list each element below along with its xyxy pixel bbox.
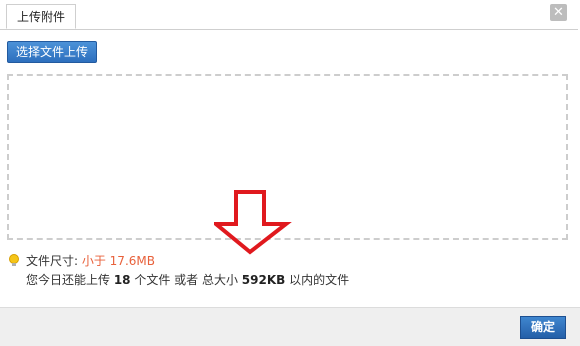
remaining-total-size: 592KB [241,273,286,287]
file-size-label: 文件尺寸: [26,254,82,268]
close-icon[interactable]: ✕ [550,4,567,21]
lightbulb-icon [9,254,19,266]
remaining-file-count: 18 [113,273,131,287]
dialog-footer: 确定 [0,307,580,346]
select-file-upload-button[interactable]: 选择文件上传 [7,41,98,63]
upload-quota-info: 您今日还能上传 18 个文件 或者 总大小 592KB 以内的文件 [26,272,349,288]
tab-upload-attachment[interactable]: 上传附件 [6,4,77,29]
tab-bar: 上传附件 ✕ [0,0,578,30]
file-size-limit: 小于 17.6MB [81,254,155,268]
confirm-button[interactable]: 确定 [520,316,566,339]
quota-suffix: 以内的文件 [285,273,350,287]
quota-prefix: 您今日还能上传 [26,273,114,287]
down-arrow-annotation [214,190,292,255]
upload-dialog: 上传附件 ✕ 选择文件上传 文件尺寸: 小于 17.6MB 您今日还能上传 18… [0,0,580,346]
quota-mid: 个文件 或者 总大小 [130,273,242,287]
